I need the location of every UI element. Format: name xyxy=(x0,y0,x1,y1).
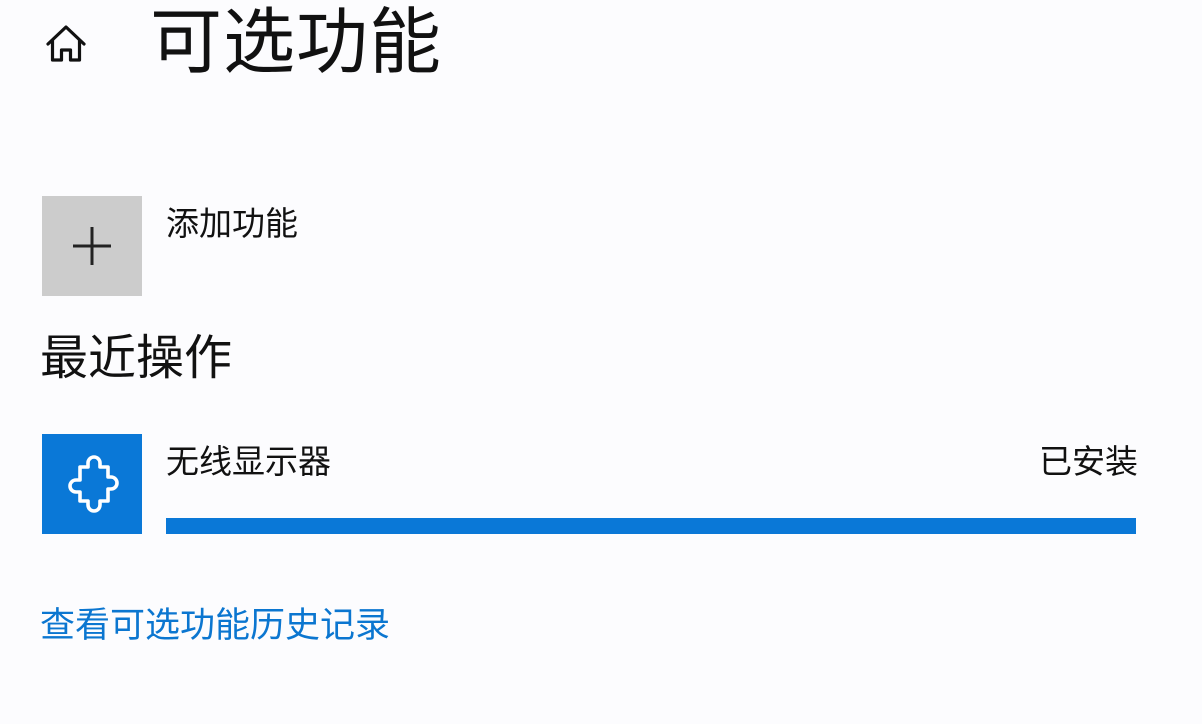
add-feature-label[interactable]: 添加功能 xyxy=(166,202,298,246)
view-history-link[interactable]: 查看可选功能历史记录 xyxy=(40,603,390,649)
plus-icon xyxy=(73,227,111,265)
recent-actions-heading: 最近操作 xyxy=(40,330,233,386)
add-feature-button[interactable] xyxy=(42,196,142,296)
home-icon xyxy=(46,25,86,62)
feature-status: 已安装 xyxy=(1039,442,1138,481)
home-button[interactable] xyxy=(40,18,92,70)
install-progress-fill xyxy=(166,518,1136,534)
install-progress-bar xyxy=(166,518,1136,534)
feature-icon-tile xyxy=(42,434,142,534)
feature-name: 无线显示器 xyxy=(166,442,331,481)
puzzle-icon xyxy=(68,455,119,513)
optional-features-page: 可选功能 添加功能 最近操作 无线显示器 已安装 查看可选功能历史记录 xyxy=(0,0,1202,724)
page-title: 可选功能 xyxy=(150,0,443,84)
